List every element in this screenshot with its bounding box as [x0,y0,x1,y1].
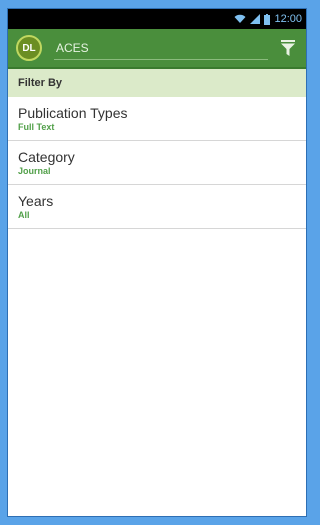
filter-item-label: Publication Types [18,105,128,121]
status-time: 12:00 [274,13,302,25]
app-frame: 12:00 DL Filter By Publication Types Ful… [7,8,307,517]
filter-by-header: Filter By [8,69,306,97]
filter-button[interactable] [278,37,298,59]
filter-icon [281,40,295,56]
filter-item-category[interactable]: Category Journal [8,141,306,185]
app-logo[interactable]: DL [16,35,42,61]
battery-icon [264,13,271,25]
filter-item-value: All [18,210,30,220]
signal-icon [250,14,261,24]
filter-item-label: Years [18,193,54,209]
search-input[interactable] [54,39,268,56]
filter-item-value: Journal [18,166,51,176]
search-box[interactable] [54,37,268,60]
filter-item-value: Full Text [18,122,55,132]
filter-item-years[interactable]: Years All [8,185,306,229]
wifi-icon [234,14,246,24]
filter-item-label: Category [18,149,75,165]
app-bar: DL [8,29,306,69]
status-bar: 12:00 [8,9,306,29]
filter-item-publication-types[interactable]: Publication Types Full Text [8,97,306,141]
